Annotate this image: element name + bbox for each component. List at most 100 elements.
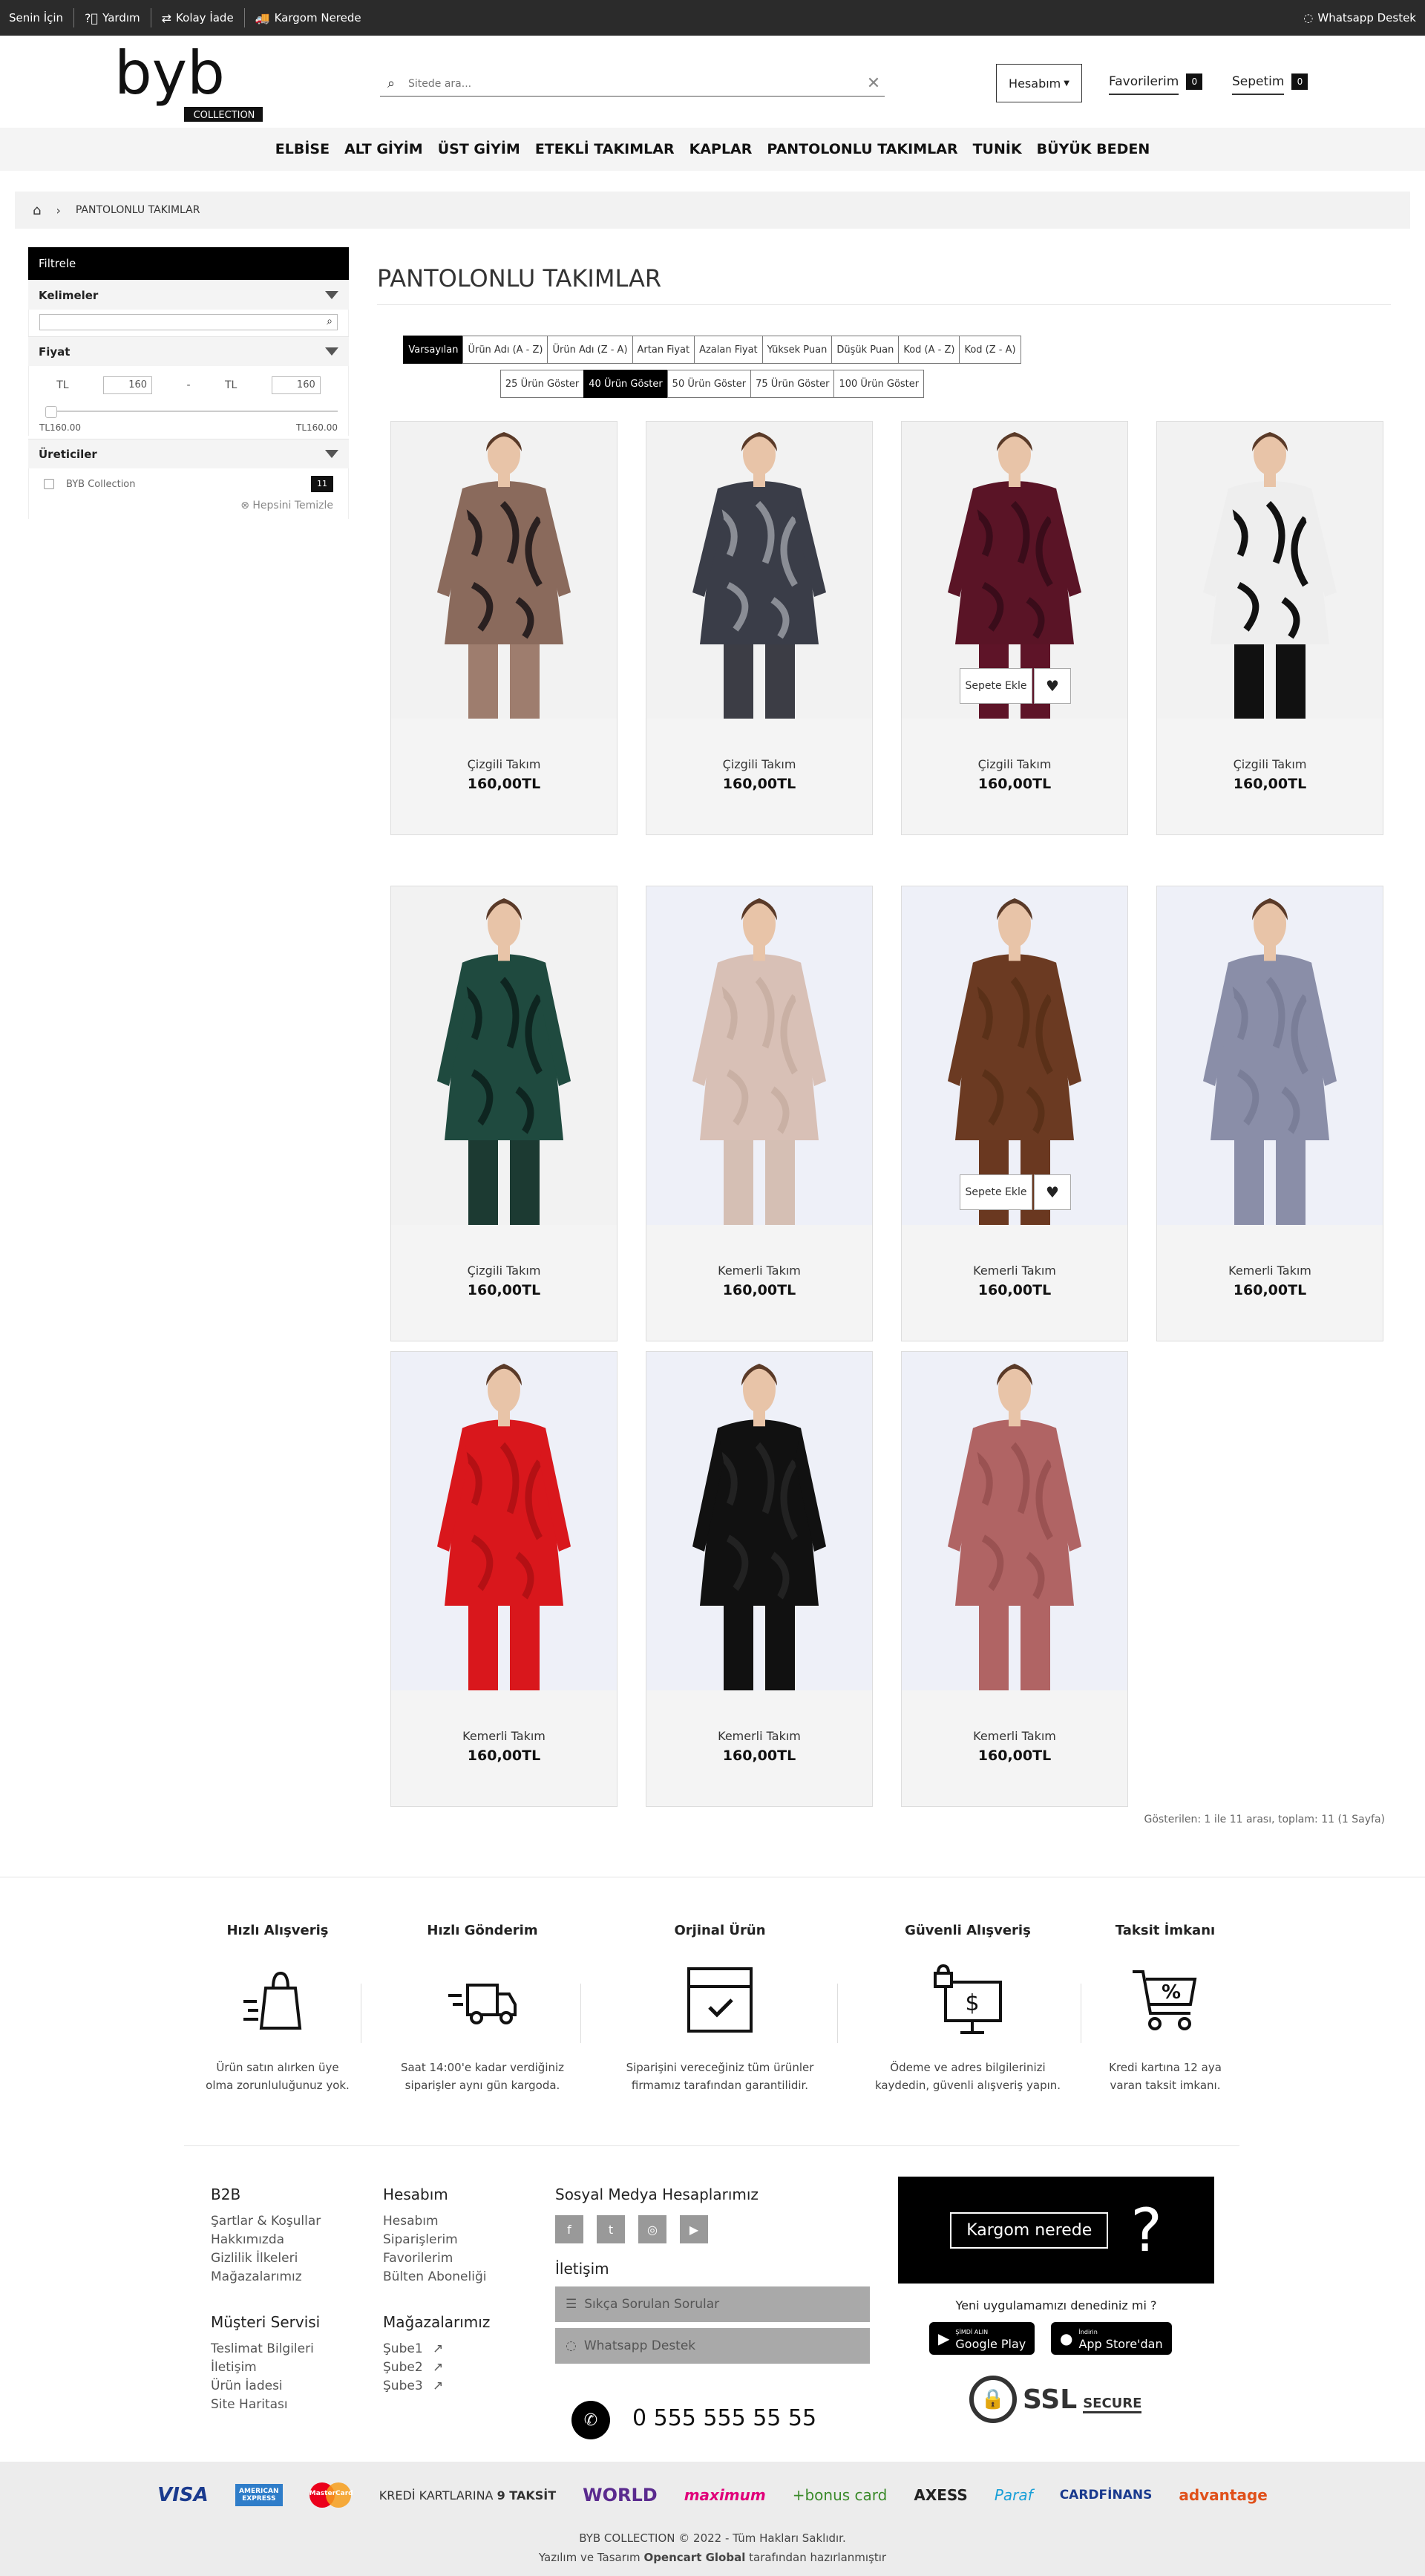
whatsapp-link[interactable]: ◌ Whatsapp Destek [1303,0,1416,36]
app-store-button[interactable]: ● İndirin App Store'dan [1051,2322,1172,2355]
menu-item-alt-giyim[interactable]: ALT GİYİM [337,141,430,157]
footer-link[interactable]: Gizlilik İlkeleri [211,2249,321,2268]
google-play-button[interactable]: ▶ ŞİMDİ ALIN Google Play [929,2322,1035,2355]
product-name[interactable]: Çizgili Takım [902,757,1127,771]
sort-option[interactable]: Yüksek Puan [761,336,833,364]
instagram-icon[interactable]: ◎ [638,2215,666,2243]
heart-icon[interactable]: ♥ [1034,1174,1071,1210]
product-image[interactable] [646,422,872,719]
phone-number[interactable]: 0 555 555 55 55 [632,2405,816,2431]
product-card[interactable]: Sepete Ekle ♥ Çizgili Takım 160,00TL [901,421,1128,835]
footer-link[interactable]: Şartlar & Koşullar [211,2212,321,2231]
account-dropdown-button[interactable]: Hesabım ▼ [996,64,1082,102]
footer-link[interactable]: Siparişlerim [383,2231,486,2249]
product-card[interactable]: Çizgili Takım 160,00TL [390,886,618,1341]
product-card[interactable]: Kemerli Takım 160,00TL [646,886,873,1341]
keywords-section-toggle[interactable]: Kelimeler [28,280,349,310]
kargom-nerede-banner[interactable]: Kargom nerede ? [898,2177,1214,2284]
product-name[interactable]: Çizgili Takım [1157,757,1383,771]
product-image[interactable] [1157,886,1383,1225]
keyword-input[interactable]: ⌕ [39,314,338,330]
kargom-nerede-link[interactable]: 🚚 Kargom Nerede [245,8,372,27]
sort-option[interactable]: Düşük Puan [831,336,900,364]
site-logo[interactable]: byb COLLECTION [113,39,269,123]
credit-brand-link[interactable]: Opencart Global [643,2551,745,2564]
home-icon[interactable]: ⌂ [33,203,41,218]
product-image[interactable] [391,422,617,719]
facebook-icon[interactable]: f [555,2215,583,2243]
product-card[interactable]: Kemerli Takım 160,00TL [901,1351,1128,1807]
menu-item-buyuk-beden[interactable]: BÜYÜK BEDEN [1029,141,1158,157]
footer-link[interactable]: Ürün İadesi [211,2377,320,2396]
product-image[interactable] [1157,422,1383,719]
product-card[interactable]: Çizgili Takım 160,00TL [1156,421,1383,835]
limit-option[interactable]: 50 Ürün Göster [666,370,752,398]
faq-button[interactable]: ☰ Sıkça Sorulan Sorular [555,2286,870,2322]
product-name[interactable]: Kemerli Takım [391,1729,617,1743]
product-image[interactable] [391,886,617,1225]
product-card[interactable]: Çizgili Takım 160,00TL [646,421,873,835]
product-card[interactable]: Kemerli Takım 160,00TL [1156,886,1383,1341]
product-name[interactable]: Çizgili Takım [646,757,872,771]
product-name[interactable]: Kemerli Takım [646,1264,872,1278]
favorites-link[interactable]: Favorilerim 0 [1109,73,1203,95]
twitter-icon[interactable]: t [597,2215,625,2243]
search-icon[interactable]: ⌕ [380,76,402,91]
footer-link[interactable]: Hakkımızda [211,2231,321,2249]
breadcrumb-current[interactable]: PANTOLONLU TAKIMLAR [76,204,200,216]
manufacturer-checkbox[interactable] [44,479,54,489]
product-image[interactable] [646,886,872,1225]
menu-item-pantolonlu-takimlar[interactable]: PANTOLONLU TAKIMLAR [759,141,965,157]
youtube-icon[interactable]: ▶ [680,2215,708,2243]
footer-link[interactable]: Teslimat Bilgileri [211,2340,320,2358]
add-to-cart-button[interactable]: Sepete Ekle [960,668,1032,704]
kargom-nerede-button[interactable]: Kargom nerede [950,2211,1109,2249]
sort-option[interactable]: Azalan Fiyat [694,336,763,364]
menu-item-elbise[interactable]: ELBİSE [268,141,337,157]
menu-item-kaplar[interactable]: KAPLAR [682,141,760,157]
product-name[interactable]: Çizgili Takım [391,757,617,771]
slider-handle[interactable] [45,406,57,418]
search-icon[interactable]: ⌕ [327,316,332,327]
footer-link[interactable]: Site Haritası [211,2396,320,2414]
sort-option[interactable]: Kod (Z - A) [959,336,1021,364]
search-input[interactable] [402,77,862,90]
store-link[interactable]: Şube2 ↗ [383,2358,490,2377]
limit-option[interactable]: 40 Ürün Göster [583,370,668,398]
product-card[interactable]: Kemerli Takım 160,00TL [646,1351,873,1807]
yardim-link[interactable]: ?⃝ Yardım [74,8,151,27]
sort-option[interactable]: Varsayılan [403,336,464,364]
clear-all-link[interactable]: ⊗ Hepsini Temizle [44,495,333,514]
footer-link[interactable]: Favorilerim [383,2249,486,2268]
product-name[interactable]: Kemerli Takım [902,1729,1127,1743]
kolay-iade-link[interactable]: ⇄ Kolay İade [151,8,245,27]
product-image[interactable] [902,1352,1127,1690]
add-to-cart-button[interactable]: Sepete Ekle [960,1174,1032,1210]
manufacturer-option[interactable]: BYB Collection 11 [44,473,333,495]
footer-link[interactable]: Bülten Aboneliği [383,2268,486,2286]
limit-option[interactable]: 25 Ürün Göster [499,370,585,398]
product-name[interactable]: Kemerli Takım [646,1729,872,1743]
store-link[interactable]: Şube3 ↗ [383,2377,490,2396]
footer-link[interactable]: Hesabım [383,2212,486,2231]
sort-option[interactable]: Ürün Adı (Z - A) [547,336,633,364]
product-image[interactable] [646,1352,872,1690]
menu-item-tunik[interactable]: TUNİK [966,141,1029,157]
product-image[interactable] [391,1352,617,1690]
whatsapp-support-button[interactable]: ◌ Whatsapp Destek [555,2328,870,2364]
limit-option[interactable]: 100 Ürün Göster [833,370,925,398]
product-name[interactable]: Kemerli Takım [902,1264,1127,1278]
product-name[interactable]: Kemerli Takım [1157,1264,1383,1278]
store-link[interactable]: Şube1 ↗ [383,2340,490,2358]
menu-item-ust-giyim[interactable]: ÜST GİYİM [430,141,528,157]
footer-link[interactable]: İletişim [211,2358,320,2377]
cart-link[interactable]: Sepetim 0 [1232,73,1308,95]
sort-option[interactable]: Ürün Adı (A - Z) [462,336,548,364]
manufacturers-section-toggle[interactable]: Üreticiler [28,439,349,468]
clear-search-icon[interactable]: ✕ [862,74,885,93]
menu-item-etekli-takimlar[interactable]: ETEKLİ TAKIMLAR [528,141,682,157]
footer-link[interactable]: Mağazalarımız [211,2268,321,2286]
product-name[interactable]: Çizgili Takım [391,1264,617,1278]
sort-option[interactable]: Artan Fiyat [632,336,695,364]
product-card[interactable]: Kemerli Takım 160,00TL [390,1351,618,1807]
